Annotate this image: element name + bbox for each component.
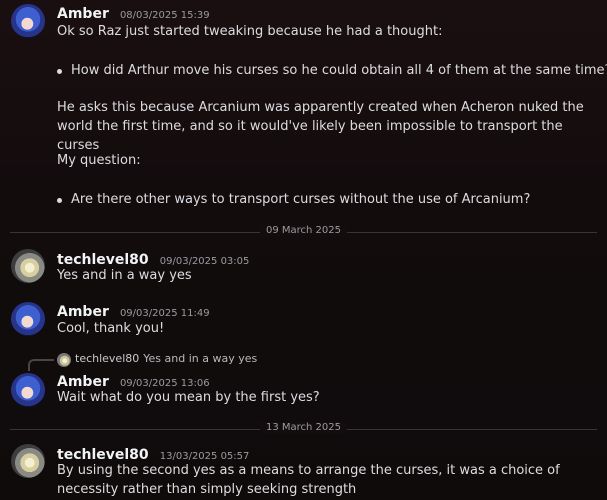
- avatar[interactable]: [11, 373, 45, 407]
- reply-author: techlevel80: [75, 352, 140, 365]
- message-text: Yes and in a way yes: [57, 268, 192, 283]
- reply-text: Yes and in a way yes: [143, 352, 258, 365]
- message-text: He asks this because Arcanium was appare…: [57, 100, 584, 153]
- bullet-dot: [57, 69, 62, 74]
- message-text: Ok so Raz just started tweaking because …: [57, 24, 443, 39]
- message-text: Wait what do you mean by the first yes?: [57, 390, 320, 405]
- date-divider-label: 13 March 2025: [259, 422, 347, 433]
- message-text: My question:: [57, 153, 141, 168]
- timestamp: 08/03/2025 15:39: [119, 10, 210, 21]
- timestamp: 09/03/2025 11:49: [119, 308, 210, 319]
- message-text: Cool, thank you!: [57, 321, 165, 336]
- avatar[interactable]: [11, 249, 45, 283]
- reply-connector: [28, 359, 54, 371]
- bullet-dot: [57, 198, 62, 203]
- list-item: How did Arthur move his curses so he cou…: [57, 61, 607, 80]
- reply-avatar: [57, 353, 71, 367]
- reply-preview[interactable]: techlevel80 Yes and in a way yes: [57, 352, 258, 367]
- list-item-text: How did Arthur move his curses so he cou…: [71, 63, 607, 78]
- avatar[interactable]: [11, 444, 45, 478]
- date-divider: 13 March 2025: [0, 422, 607, 433]
- avatar[interactable]: [11, 4, 45, 38]
- message-text: By using the second yes as a means to ar…: [57, 463, 560, 497]
- author-name[interactable]: Amber: [57, 304, 109, 320]
- avatar[interactable]: [11, 302, 45, 336]
- author-name[interactable]: Amber: [57, 6, 109, 22]
- date-divider: 09 March 2025: [0, 225, 607, 236]
- list-item: Are there other ways to transport curses…: [57, 190, 530, 209]
- date-divider-label: 09 March 2025: [259, 225, 347, 236]
- list-item-text: Are there other ways to transport curses…: [71, 192, 531, 207]
